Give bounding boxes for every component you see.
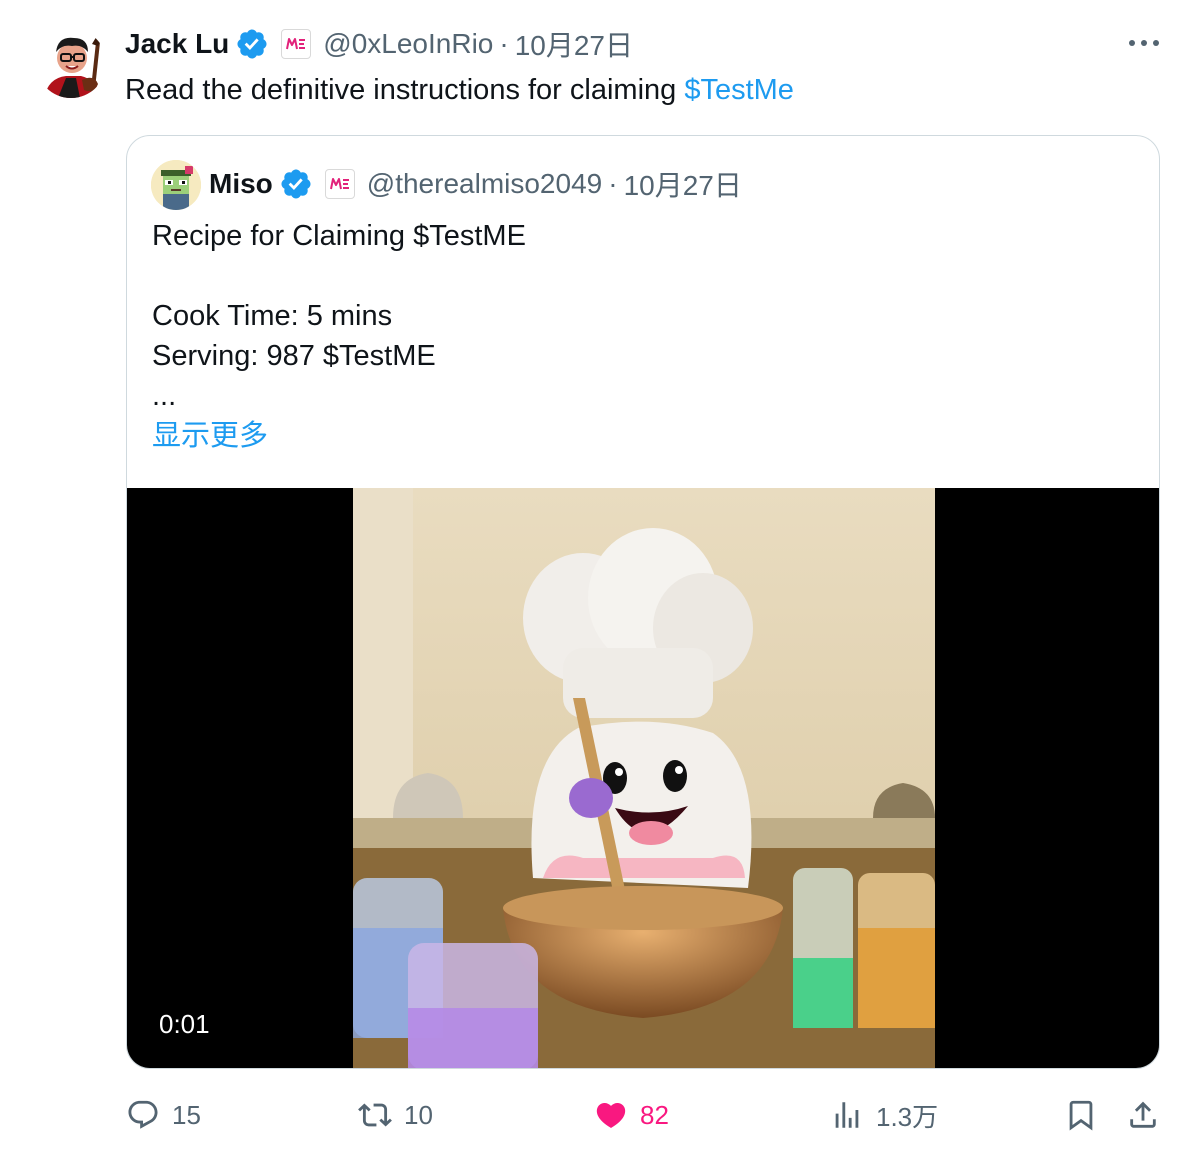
like-count: 82 (640, 1099, 669, 1130)
repost-icon (358, 1098, 392, 1132)
quoted-line: ... (152, 380, 177, 412)
pixel-character-icon (151, 160, 201, 210)
author-handle[interactable]: @0xLeoInRio (323, 28, 493, 60)
quoted-header: Miso @therealmiso2049 · 10月27日 (209, 164, 742, 204)
reply-count: 15 (172, 1099, 201, 1130)
action-bar: 15 10 82 1.3万 (0, 1092, 1190, 1138)
video-player[interactable]: 0:01 (127, 488, 1159, 1068)
separator-dot: · (499, 28, 509, 59)
repost-button[interactable]: 10 (358, 1092, 433, 1138)
tweet-text-prefix: Read the definitive instructions for cla… (125, 74, 685, 106)
video-timestamp: 0:01 (159, 1009, 210, 1039)
quoted-author-name[interactable]: Miso (209, 168, 273, 200)
views-icon (830, 1098, 864, 1132)
quoted-line: Recipe for Claiming $TestME (152, 220, 526, 252)
repost-count: 10 (404, 1099, 433, 1130)
author-avatar[interactable] (36, 28, 106, 98)
heart-icon (594, 1098, 628, 1132)
like-button[interactable]: 82 (594, 1092, 669, 1138)
cashtag-link[interactable]: $TestMe (684, 74, 794, 106)
quoted-date[interactable]: 10月27日 (624, 164, 742, 204)
quoted-line: Cook Time: 5 mins (152, 300, 393, 332)
tweet-date[interactable]: 10月27日 (515, 24, 633, 64)
magic-eden-badge-icon[interactable] (324, 169, 355, 199)
verified-badge-icon[interactable] (235, 27, 269, 61)
quoted-author-handle[interactable]: @therealmiso2049 (367, 168, 602, 200)
more-options-icon[interactable] (1124, 28, 1164, 58)
quoted-tweet-card[interactable]: Miso @therealmiso2049 · 10月27日 Recipe fo… (126, 135, 1160, 1069)
quoted-text: Recipe for Claiming $TestME Cook Time: 5 … (152, 216, 526, 416)
quoted-author-avatar[interactable] (151, 160, 201, 210)
show-more-link[interactable]: 显示更多 (152, 416, 268, 456)
tweet: Jack Lu @0xLeoInRio · 10月27日 Read the de… (0, 0, 1190, 1156)
author-name[interactable]: Jack Lu (125, 28, 229, 60)
tweet-header: Jack Lu @0xLeoInRio · 10月27日 (125, 24, 633, 64)
illustrated-portrait-icon (36, 28, 106, 98)
quoted-line (152, 256, 526, 296)
views-button[interactable]: 1.3万 (830, 1092, 938, 1138)
bookmark-icon (1064, 1098, 1098, 1132)
reply-button[interactable]: 15 (126, 1092, 201, 1138)
magic-eden-badge-icon[interactable] (281, 29, 312, 59)
video-thumbnail (353, 488, 935, 1068)
separator-dot: · (608, 168, 618, 199)
views-count: 1.3万 (876, 1101, 939, 1132)
share-button[interactable] (1126, 1092, 1160, 1138)
share-icon (1126, 1098, 1160, 1132)
reply-icon (126, 1098, 160, 1132)
tweet-text: Read the definitive instructions for cla… (125, 70, 794, 110)
quoted-line: Serving: 987 $TestME (152, 340, 436, 372)
verified-badge-icon[interactable] (279, 167, 313, 201)
bookmark-button[interactable] (1064, 1092, 1098, 1138)
